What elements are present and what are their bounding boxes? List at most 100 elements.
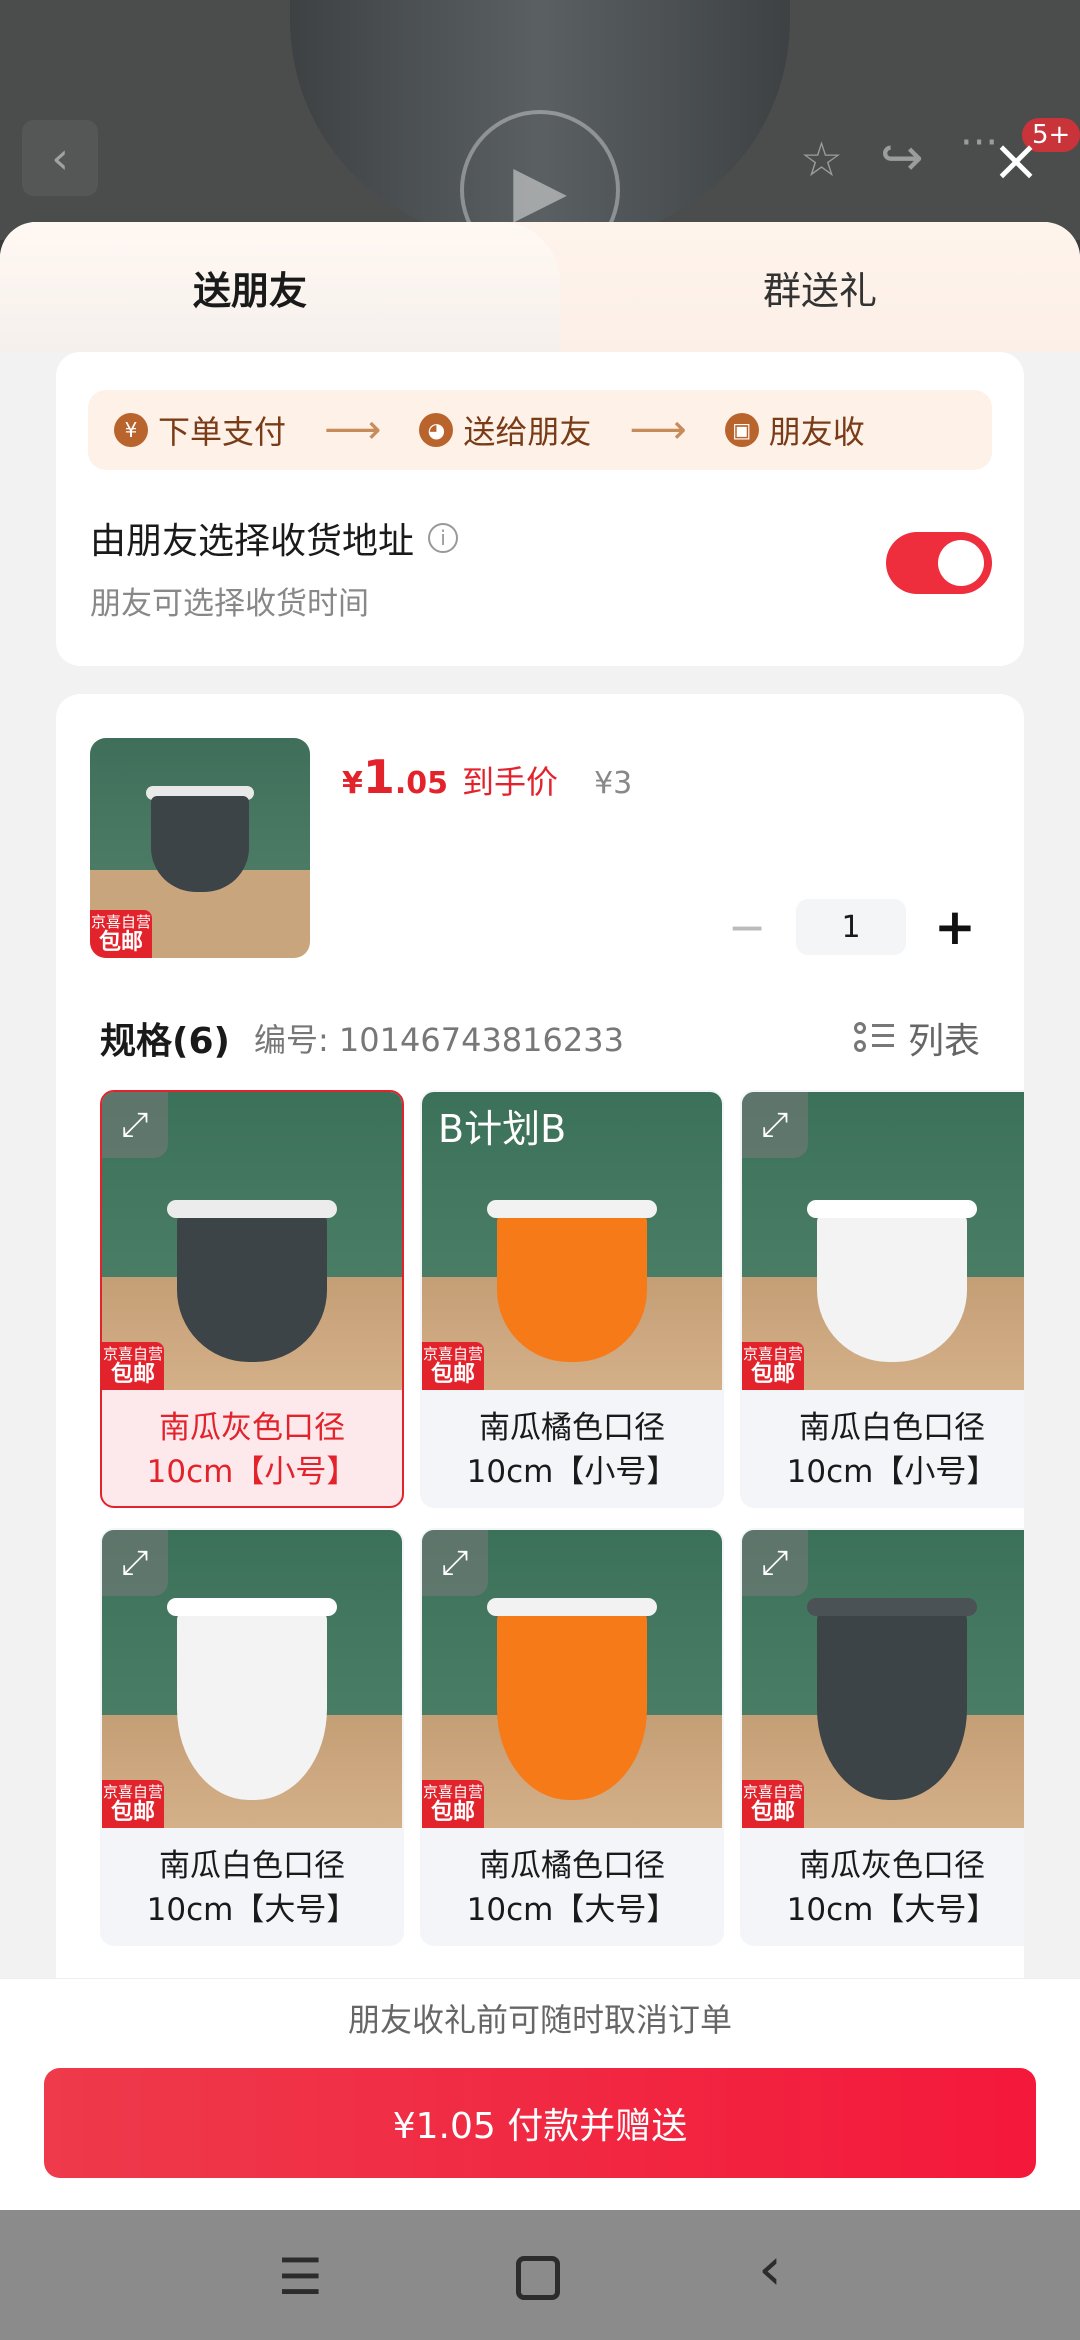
- info-icon[interactable]: i: [428, 523, 459, 553]
- vase-body: [177, 1212, 327, 1362]
- option-label-line2: 10cm【小号】: [786, 1454, 998, 1490]
- badge-bottom-text: 包邮: [430, 1800, 475, 1825]
- gift-flow-steps: ¥ 下单支付 ⟶ ◕ 送给朋友 ⟶ ▣ 朋友收: [88, 390, 992, 470]
- spec-option[interactable]: ⤢ 京喜自营 包邮 南瓜灰色口径 10cm【大号】: [740, 1528, 1024, 1946]
- expand-icon[interactable]: ⤢: [422, 1530, 488, 1596]
- gift-sheet: 群送礼 送朋友 ¥ 下单支付 ⟶ ◕ 送给朋友 ⟶ ▣ 朋友收 由朋友选择收货地…: [0, 222, 1080, 2210]
- step-send: ◕ 送给朋友: [419, 407, 591, 453]
- tab-group-gift[interactable]: 群送礼: [560, 222, 1080, 352]
- price-integer: 1: [362, 750, 395, 804]
- option-label-line1: 南瓜灰色口径: [799, 1848, 985, 1884]
- option-label-line1: 南瓜白色口径: [799, 1410, 985, 1446]
- step-label: 朋友收: [768, 413, 865, 451]
- expand-icon[interactable]: ⤢: [102, 1092, 168, 1158]
- badge-bottom-text: 包邮: [110, 1362, 155, 1387]
- price-currency: ¥: [342, 766, 363, 801]
- price-label: 到手价: [462, 763, 559, 801]
- jd-self-badge: 京喜自营 包邮: [742, 1780, 804, 1828]
- quantity-stepper: − 1 +: [722, 898, 980, 956]
- vase-rim: [487, 1598, 657, 1616]
- jd-self-badge: 京喜自营 包邮: [102, 1780, 164, 1828]
- option-image: ⤢ 京喜自营 包邮: [102, 1092, 402, 1390]
- badge-top-text: 京喜自营: [102, 1345, 163, 1363]
- step-label: 下单支付: [158, 413, 287, 451]
- vase-rim: [167, 1598, 337, 1616]
- yen-icon: ¥: [114, 413, 148, 447]
- back-nav-icon[interactable]: ‹: [758, 2239, 782, 2299]
- option-label-line2: 10cm【小号】: [146, 1454, 358, 1490]
- increase-button[interactable]: +: [930, 898, 980, 956]
- vase-body: [177, 1610, 327, 1800]
- jd-self-badge: 京喜自营 包邮: [90, 910, 152, 958]
- vase-body: [817, 1610, 967, 1800]
- option-label-line1: 南瓜橘色口径: [479, 1848, 665, 1884]
- option-label-line2: 10cm【大号】: [466, 1892, 678, 1928]
- step-label: 送给朋友: [463, 413, 592, 451]
- option-label: 南瓜橘色口径 10cm【小号】: [422, 1390, 722, 1506]
- decrease-button[interactable]: −: [722, 900, 772, 954]
- option-label: 南瓜白色口径 10cm【小号】: [742, 1390, 1024, 1506]
- badge-bottom-text: 包邮: [750, 1362, 795, 1387]
- jd-self-badge: 京喜自营 包邮: [742, 1342, 804, 1390]
- option-image: ⤢ 京喜自营 包邮: [742, 1092, 1024, 1390]
- checkout-footer: 朋友收礼前可随时取消订单 ¥1.05 付款并赠送: [0, 1978, 1080, 2210]
- badge-bottom-text: 包邮: [98, 930, 143, 955]
- price-row: ¥ 1 .05 到手价 ¥3: [342, 750, 632, 804]
- option-image: ⤢ 京喜自营 包邮: [422, 1530, 722, 1828]
- expand-icon[interactable]: ⤢: [102, 1530, 168, 1596]
- list-view-label: 列表: [907, 1021, 980, 1062]
- option-label: 南瓜白色口径 10cm【大号】: [102, 1828, 402, 1944]
- option-label-line1: 南瓜橘色口径: [479, 1410, 665, 1446]
- product-media-background: ‹ ▶ ☆ ↪ ··· 5+: [0, 0, 1080, 240]
- list-view-button[interactable]: 列表: [853, 1012, 980, 1064]
- expand-icon[interactable]: ⤢: [742, 1530, 808, 1596]
- badge-bottom-text: 包邮: [110, 1800, 155, 1825]
- toggle-knob: [938, 540, 984, 586]
- option-label: 南瓜灰色口径 10cm【小号】: [102, 1390, 402, 1506]
- step-pay: ¥ 下单支付: [114, 407, 286, 453]
- address-title-text: 由朋友选择收货地址: [90, 521, 415, 562]
- menu-icon[interactable]: ☰: [278, 2252, 323, 2302]
- option-label: 南瓜橘色口径 10cm【大号】: [422, 1828, 722, 1944]
- jd-self-badge: 京喜自营 包邮: [422, 1780, 484, 1828]
- badge-top-text: 京喜自营: [422, 1783, 483, 1801]
- original-price: ¥3: [594, 766, 633, 801]
- badge-bottom-text: 包邮: [750, 1800, 795, 1825]
- spec-option[interactable]: ⤢ 京喜自营 包邮 南瓜橘色口径 10cm【大号】: [420, 1528, 724, 1946]
- product-thumbnail[interactable]: 京喜自营 包邮: [90, 738, 310, 958]
- close-icon[interactable]: ×: [988, 131, 1044, 189]
- vase-body: [151, 796, 249, 892]
- spec-option[interactable]: ⤢ 京喜自营 包邮 南瓜白色口径 10cm【小号】: [740, 1090, 1024, 1508]
- jd-self-badge: 京喜自营 包邮: [422, 1342, 484, 1390]
- spec-option[interactable]: B计划B 京喜自营 包邮 南瓜橘色口径 10cm【小号】: [420, 1090, 724, 1508]
- vase-body: [497, 1610, 647, 1800]
- quantity-input[interactable]: 1: [796, 899, 906, 955]
- jd-self-badge: 京喜自营 包邮: [102, 1342, 164, 1390]
- badge-top-text: 京喜自营: [742, 1345, 803, 1363]
- address-option-subtitle: 朋友可选择收货时间: [90, 586, 369, 622]
- share-icon: ↪: [880, 128, 924, 188]
- vase-body: [817, 1212, 967, 1362]
- option-label-line2: 10cm【大号】: [786, 1892, 998, 1928]
- price-decimal: .05: [394, 766, 449, 801]
- tab-bar: 群送礼 送朋友: [0, 222, 1080, 352]
- option-label-line1: 南瓜白色口径: [159, 1848, 345, 1884]
- gift-icon: ▣: [724, 413, 759, 447]
- badge-top-text: 京喜自营: [90, 913, 151, 931]
- spec-option[interactable]: ⤢ 京喜自营 包邮 南瓜灰色口径 10cm【小号】: [100, 1090, 404, 1508]
- home-icon[interactable]: [516, 2256, 560, 2300]
- vase-rim: [167, 1200, 337, 1218]
- list-icon: [853, 1020, 894, 1056]
- spec-option[interactable]: ⤢ 京喜自营 包邮 南瓜白色口径 10cm【大号】: [100, 1528, 404, 1946]
- option-image: ⤢ 京喜自营 包邮: [742, 1530, 1024, 1828]
- friend-address-toggle[interactable]: [886, 532, 992, 594]
- badge-bottom-text: 包邮: [430, 1362, 475, 1387]
- pay-and-gift-button[interactable]: ¥1.05 付款并赠送: [44, 2068, 1036, 2178]
- vase-rim: [487, 1200, 657, 1218]
- vase-body: [497, 1212, 647, 1362]
- expand-icon[interactable]: ⤢: [742, 1092, 808, 1158]
- product-code: 编号: 10146743816233: [253, 1021, 624, 1059]
- spec-header: 规格(6) 编号: 10146743816233 列表: [100, 1012, 980, 1064]
- option-image: ⤢ 京喜自营 包邮: [102, 1530, 402, 1828]
- tab-send-friend[interactable]: 送朋友: [0, 222, 560, 352]
